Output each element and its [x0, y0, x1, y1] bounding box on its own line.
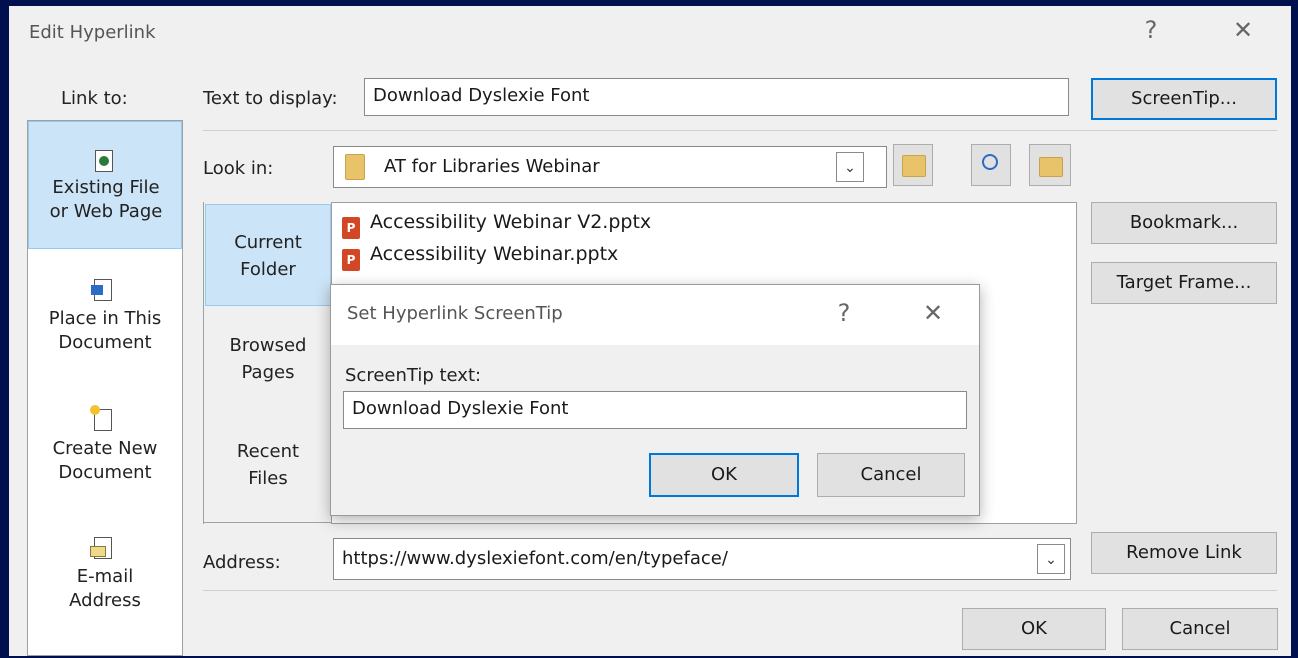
remove-link-button[interactable]: Remove Link: [1091, 532, 1277, 574]
screentip-close-button[interactable]: ✕: [915, 299, 951, 327]
tab-recent-files-line1: Recent: [236, 441, 300, 462]
link-email-line2: Address: [69, 590, 141, 611]
tab-current-folder[interactable]: Current Folder: [205, 204, 331, 306]
powerpoint-file-icon: P: [342, 249, 360, 271]
look-in-combobox[interactable]: AT for Libraries Webinar: [333, 146, 887, 188]
screentip-cancel-button[interactable]: Cancel: [817, 453, 965, 497]
tab-recent-files[interactable]: Recent Files: [205, 438, 331, 508]
browse-file-button[interactable]: [1029, 144, 1071, 186]
link-place-line1: Place in This: [48, 308, 162, 329]
powerpoint-file-icon: P: [342, 217, 360, 239]
link-email-address[interactable]: E-mail Address: [28, 519, 182, 629]
dialog-title: Edit Hyperlink: [29, 22, 156, 43]
tab-browsed-pages-line2: Pages: [241, 362, 295, 383]
help-button[interactable]: ?: [1136, 16, 1166, 44]
screentip-button[interactable]: ScreenTip...: [1091, 78, 1277, 120]
link-email-line1: E-mail: [76, 566, 134, 587]
browse-web-icon: [982, 154, 998, 170]
link-create-line1: Create New: [52, 438, 158, 459]
look-in-dropdown-arrow-icon[interactable]: ⌄: [836, 152, 864, 182]
tab-current-folder-line1: Current: [234, 232, 302, 253]
link-existing-file-line1: Existing File: [52, 177, 160, 198]
link-place-line2: Document: [58, 332, 152, 353]
screentip-text-input[interactable]: Download Dyslexie Font: [343, 391, 967, 429]
tab-browsed-pages-line1: Browsed: [229, 335, 307, 356]
link-existing-file-line2: or Web Page: [49, 201, 163, 222]
up-folder-button[interactable]: [893, 144, 933, 186]
screentip-dialog-title: Set Hyperlink ScreenTip: [347, 303, 563, 324]
cancel-button[interactable]: Cancel: [1122, 608, 1278, 650]
tabs-border: [203, 202, 204, 524]
look-in-label: Look in:: [203, 158, 274, 179]
folder-icon: [345, 154, 365, 180]
close-button[interactable]: ✕: [1225, 16, 1261, 44]
file-name: Accessibility Webinar.pptx: [370, 243, 619, 265]
ok-button[interactable]: OK: [962, 608, 1106, 650]
separator-bottom: [203, 590, 1277, 591]
link-create-line2: Document: [58, 462, 152, 483]
address-dropdown-arrow-icon[interactable]: ⌄: [1037, 544, 1065, 574]
bookmark-button[interactable]: Bookmark...: [1091, 202, 1277, 244]
tab-browsed-pages[interactable]: Browsed Pages: [205, 332, 331, 402]
address-input[interactable]: https://www.dyslexiefont.com/en/typeface…: [333, 538, 1071, 580]
browse-file-icon: [1039, 157, 1063, 177]
link-create-new-document[interactable]: Create New Document: [28, 391, 182, 501]
create-new-document-icon: [90, 405, 112, 431]
list-item[interactable]: P Accessibility Webinar V2.pptx: [342, 211, 651, 239]
link-existing-file[interactable]: Existing File or Web Page: [28, 121, 182, 249]
link-place-in-document[interactable]: Place in This Document: [28, 261, 182, 371]
look-in-value: AT for Libraries Webinar: [384, 156, 600, 177]
address-label: Address:: [203, 552, 281, 573]
screentip-text-label: ScreenTip text:: [345, 365, 482, 386]
list-item[interactable]: P Accessibility Webinar.pptx: [342, 243, 618, 271]
place-in-document-icon: [91, 279, 112, 301]
text-to-display-input[interactable]: Download Dyslexie Font: [364, 78, 1069, 116]
up-folder-icon: [902, 155, 926, 177]
browse-web-button[interactable]: [971, 144, 1011, 186]
screentip-dialog: Set Hyperlink ScreenTip ? ✕ ScreenTip te…: [330, 284, 980, 516]
screentip-help-button[interactable]: ?: [829, 299, 859, 327]
tab-recent-files-line2: Files: [248, 468, 288, 489]
tabs-border-bottom: [203, 522, 331, 523]
email-address-icon: [90, 537, 112, 559]
separator-top: [203, 130, 1277, 131]
link-to-label: Link to:: [61, 88, 128, 109]
text-to-display-label: Text to display:: [203, 88, 338, 109]
existing-file-icon: [95, 150, 113, 172]
link-to-panel: Existing File or Web Page Place in This …: [27, 120, 183, 656]
target-frame-button[interactable]: Target Frame...: [1091, 262, 1277, 304]
tab-current-folder-line2: Folder: [240, 259, 296, 280]
file-name: Accessibility Webinar V2.pptx: [370, 211, 652, 233]
screentip-ok-button[interactable]: OK: [649, 453, 799, 497]
